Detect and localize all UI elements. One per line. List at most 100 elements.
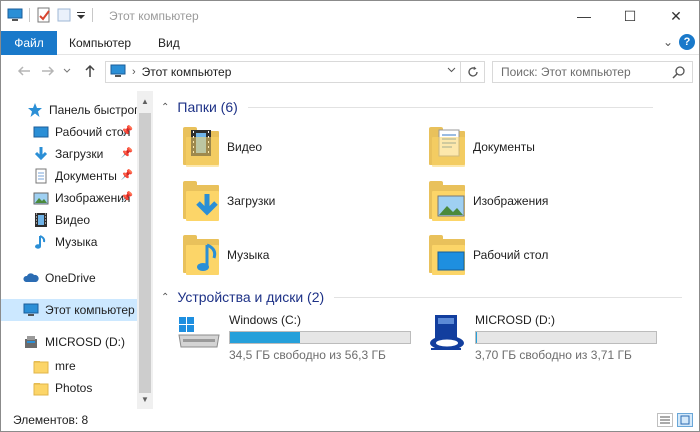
downloads-folder-icon [183,181,219,221]
nav-item-quick-access[interactable]: Панель быстрого доступа [1,99,137,121]
pin-icon[interactable]: 📌 [121,126,133,137]
details-view-icon[interactable] [657,413,673,427]
folders-group-header[interactable]: ⌃ Папки (6) [161,99,653,115]
breadcrumb[interactable]: Этот компьютер [142,65,232,79]
breadcrumb-chevron-icon[interactable]: › [132,66,136,78]
ribbon-controls: ⌄ ? [663,34,695,50]
close-button[interactable]: ✕ [653,1,699,31]
content-pane: ⌃ Папки (6) Видео Документы Загрузки Изо… [161,91,699,409]
item-count: Элементов: 8 [13,413,89,427]
cloud-icon [23,270,39,286]
drive-free-space: 3,70 ГБ свободно из 3,71 ГБ [475,348,632,362]
nav-item-documents[interactable]: Документы 📌 [1,165,137,187]
drive-usage-bar [229,331,411,344]
nav-item-video[interactable]: Видео [1,209,137,231]
nav-item-folder-mre[interactable]: mre [1,355,137,377]
back-button[interactable] [15,62,33,80]
folder-label: Загрузки [227,194,276,208]
expand-ribbon-icon[interactable]: ⌄ [663,35,673,49]
scrollbar-thumb[interactable] [139,113,151,393]
documents-icon [33,168,49,184]
folder-icon [33,358,49,374]
pictures-icon [33,190,49,206]
nav-item-label: MICROSD (D:) [45,335,125,349]
nav-item-music[interactable]: Музыка [1,231,137,253]
drive-label: MICROSD (D:) [475,313,555,327]
folder-label: Изображения [473,194,549,208]
scroll-down-icon[interactable]: ▼ [137,391,153,407]
arrow-left-icon [17,66,30,76]
pictures-folder-icon [429,181,465,221]
refresh-button[interactable] [461,61,485,83]
forward-button[interactable] [39,62,57,80]
pin-icon[interactable]: 📌 [121,148,133,159]
drive-label: Windows (C:) [229,313,302,327]
nav-item-label: Рабочий стол [55,125,131,139]
tab-file[interactable]: Файл [1,31,57,55]
status-bar: Элементов: 8 [1,409,699,431]
customize-toolbar-icon[interactable] [76,7,86,23]
nav-item-onedrive[interactable]: OneDrive [1,267,137,289]
search-input[interactable]: Поиск: Этот компьютер [492,61,693,83]
nav-item-pictures[interactable]: Изображения 📌 [1,187,137,209]
star-icon [27,102,43,118]
drive-usage-bar [475,331,657,344]
nav-item-folder-photos[interactable]: Photos [1,377,137,399]
pin-icon[interactable]: 📌 [121,192,133,203]
collapse-chevron-icon[interactable]: ⌃ [161,292,169,303]
maximize-button[interactable]: ☐ [607,1,653,31]
help-icon[interactable]: ? [679,34,695,50]
folder-video[interactable]: Видео [183,127,262,167]
documents-folder-icon [429,127,465,167]
hard-drive-icon [177,313,221,352]
properties-icon[interactable] [36,7,52,23]
computer-icon [23,302,39,318]
pin-icon[interactable]: 📌 [121,170,133,181]
video-folder-icon [183,127,219,167]
nav-item-microsd[interactable]: MICROSD (D:) [1,331,137,353]
chevron-down-icon [63,68,71,73]
drives-group-header[interactable]: ⌃ Устройства и диски (2) [161,289,683,305]
scroll-up-icon[interactable]: ▲ [137,93,153,109]
new-folder-icon[interactable] [56,7,72,23]
nav-pane-scrollbar[interactable]: ▲ ▼ [137,91,153,409]
tab-computer[interactable]: Компьютер [69,31,131,55]
address-bar[interactable]: › Этот компьютер [105,61,461,83]
up-button[interactable] [81,62,99,80]
computer-icon [110,64,126,81]
computer-icon [7,7,23,23]
address-dropdown-icon[interactable] [447,65,456,75]
nav-item-label: mre [55,359,76,373]
usb-drive-icon [23,334,39,350]
explorer-window: Этот компьютер — ☐ ✕ Файл Компьютер Вид … [0,0,700,432]
folder-downloads[interactable]: Загрузки [183,181,275,221]
drive-windows-c[interactable]: Windows (C:) 34,5 ГБ свободно из 56,3 ГБ [177,313,411,362]
folder-label: Документы [473,140,535,154]
drive-usage-fill [230,332,300,343]
folder-icon [33,380,49,396]
toolbar-separator [29,8,30,22]
large-icons-view-icon[interactable] [677,413,693,427]
folder-desktop[interactable]: Рабочий стол [429,235,548,275]
drive-microsd-d[interactable]: MICROSD (D:) 3,70 ГБ свободно из 3,71 ГБ [427,313,657,362]
nav-item-this-pc[interactable]: Этот компьютер [1,299,137,321]
nav-item-downloads[interactable]: Загрузки 📌 [1,143,137,165]
collapse-chevron-icon[interactable]: ⌃ [161,102,169,113]
minimize-button[interactable]: — [561,1,607,31]
nav-item-desktop[interactable]: Рабочий стол 📌 [1,121,137,143]
recent-locations-button[interactable] [61,62,73,80]
search-icon [672,65,686,82]
nav-item-label: Изображения [55,191,131,205]
usb-drive-icon [427,313,467,356]
toolbar-separator [92,8,93,22]
video-icon [33,212,49,228]
folder-music[interactable]: Музыка [183,235,269,275]
desktop-folder-icon [429,235,465,275]
tab-view[interactable]: Вид [158,31,180,55]
desktop-icon [33,124,49,140]
folder-documents[interactable]: Документы [429,127,535,167]
drive-free-space: 34,5 ГБ свободно из 56,3 ГБ [229,348,386,362]
folder-pictures[interactable]: Изображения [429,181,548,221]
drives-group-title: Устройства и диски (2) [177,289,325,305]
nav-item-label: Документы [55,169,117,183]
